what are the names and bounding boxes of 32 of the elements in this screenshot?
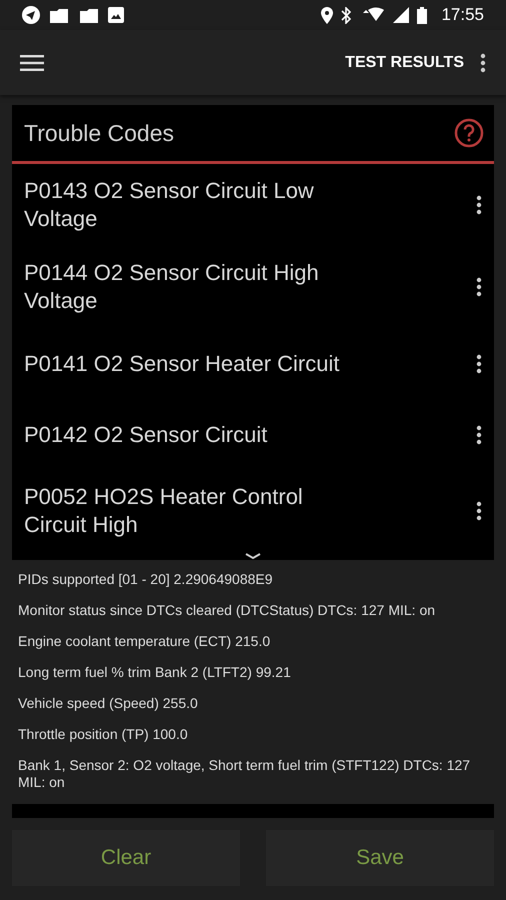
trouble-code[interactable]: P0143 O2 Sensor Circuit Low Voltage xyxy=(24,177,369,233)
action-button[interactable]: Clear xyxy=(12,830,240,886)
more-icon[interactable] xyxy=(476,195,482,215)
pid-reading: Throttle position (TP) 100.0 xyxy=(18,725,189,744)
signal-icon xyxy=(393,7,410,23)
pid-reading: Engine coolant temperature (ECT) 215.0 xyxy=(18,632,272,651)
more-icon[interactable] xyxy=(476,277,482,297)
trouble-code[interactable]: P0144 O2 Sensor Circuit High Voltage xyxy=(24,259,369,315)
location-icon xyxy=(321,6,334,24)
pid-reading: Vehicle speed (Speed) 255.0 xyxy=(18,694,199,713)
chevron-down-icon[interactable] xyxy=(244,552,262,560)
send-icon xyxy=(22,6,40,24)
image-icon xyxy=(108,7,124,23)
more-icon[interactable] xyxy=(476,501,482,521)
more-icon[interactable] xyxy=(480,52,486,72)
clock: 17:55 xyxy=(441,5,484,25)
pid-reading: PIDs supported [01 - 20] 2.290649088E9 xyxy=(18,570,274,589)
pid-reading: Monitor status since DTCs cleared (DTCStatus) DTCs: 127 MIL: on xyxy=(18,601,436,620)
battery-icon xyxy=(417,6,428,24)
trouble-code[interactable]: P0052 HO2S Heater Control Circuit High xyxy=(24,483,369,539)
more-icon[interactable] xyxy=(476,354,482,374)
trouble-code[interactable]: P0142 O2 Sensor Circuit xyxy=(24,420,268,448)
pid-reading: Long term fuel % trim Bank 2 (LTFT2) 99.21 xyxy=(18,663,292,682)
pid-reading: Bank 1, Sensor 2: O2 voltage, Short term fuel trim (STFT122) DTCs: 127 MIL: on xyxy=(18,756,472,792)
card-title: Trouble Codes xyxy=(24,120,174,146)
more-icon[interactable] xyxy=(476,424,482,444)
trouble-code[interactable]: P0141 O2 Sensor Heater Circuit xyxy=(24,350,340,378)
screen-title: TEST RESULTS xyxy=(345,54,464,72)
bluetooth-icon xyxy=(341,6,352,24)
help-icon[interactable] xyxy=(454,118,484,148)
action-button[interactable]: Save xyxy=(266,830,494,886)
menu-icon[interactable] xyxy=(20,54,44,70)
